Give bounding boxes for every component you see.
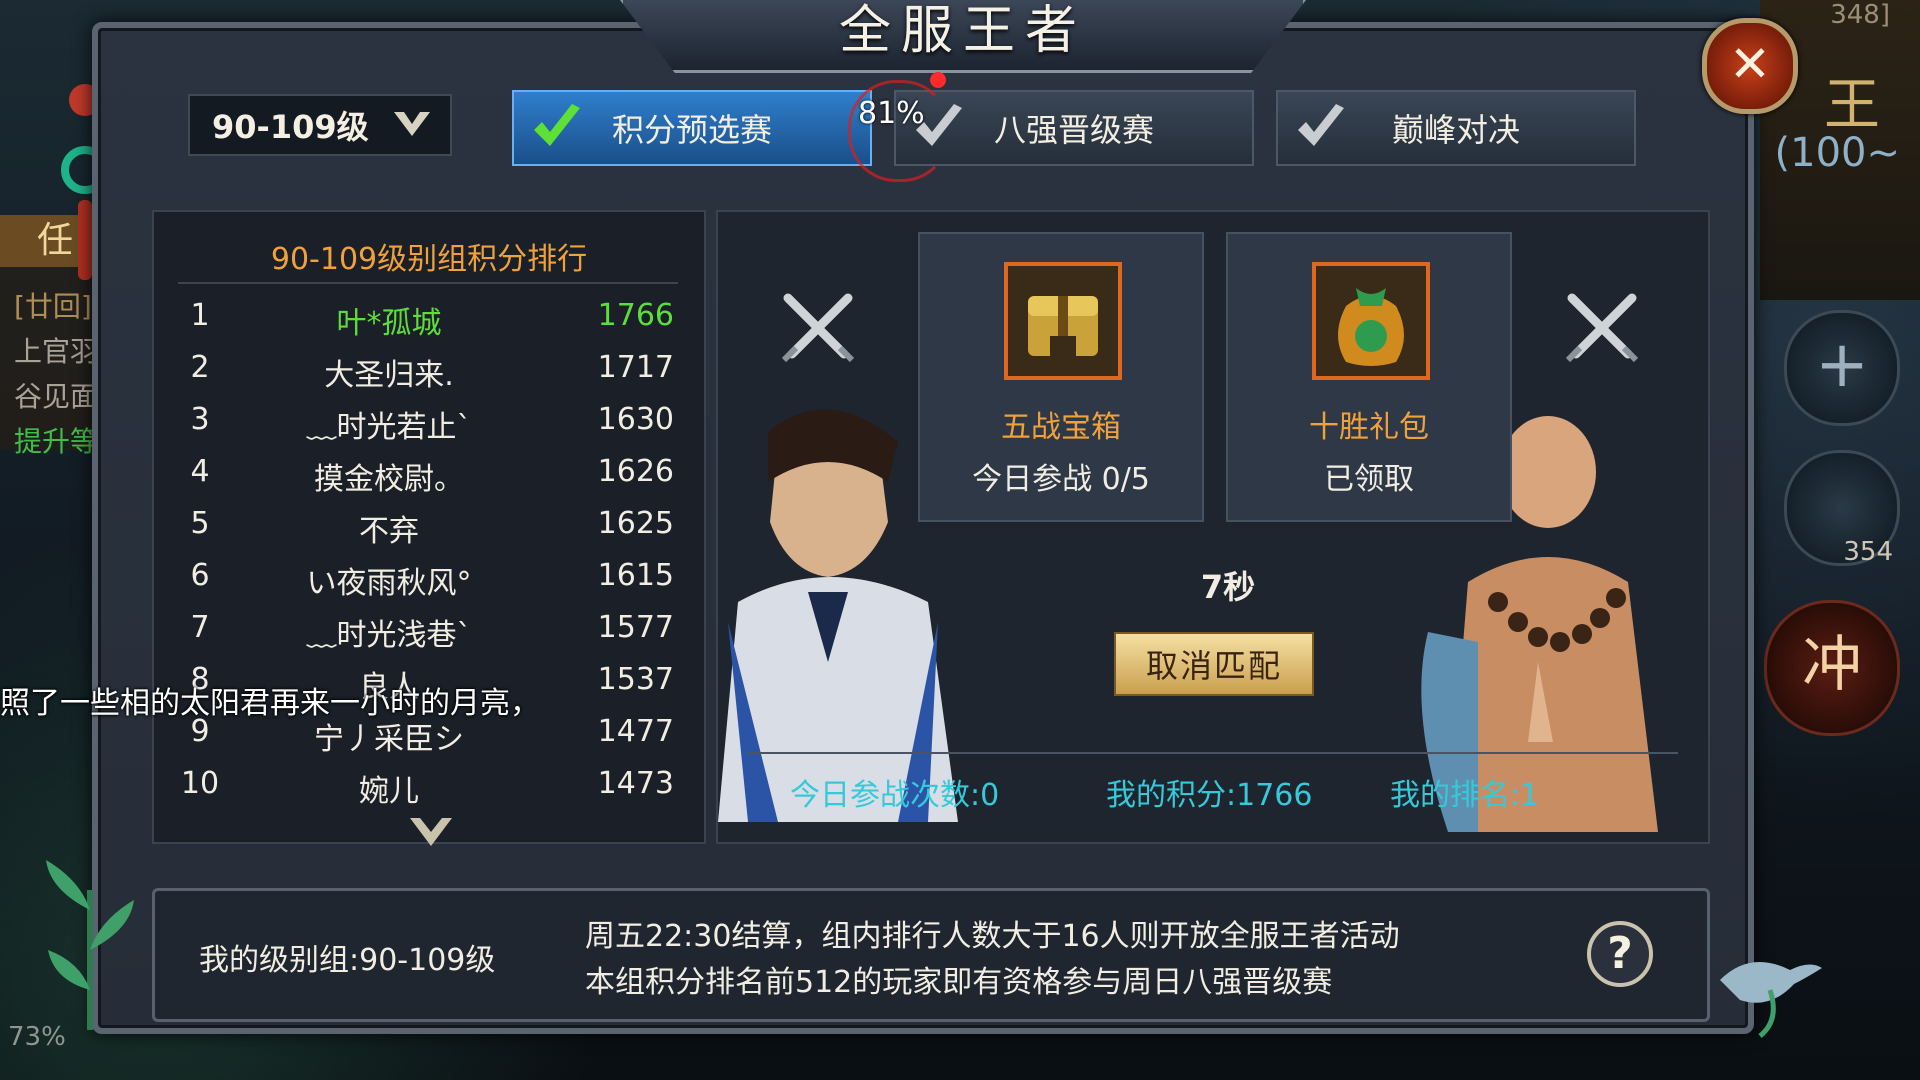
- rank-number: 7: [190, 610, 210, 645]
- potion-button[interactable]: 354: [1784, 450, 1900, 567]
- player-name: 大圣归来.: [324, 358, 454, 393]
- player-score: 1625: [597, 506, 674, 541]
- background-number: 348]: [1830, 0, 1890, 30]
- bird-ornament-icon: [1720, 962, 1822, 1038]
- dialog-title: 全服王者: [838, 1, 1087, 61]
- rank-number: 5: [190, 506, 210, 541]
- tab-label: 巅峰对决: [1391, 111, 1520, 149]
- ranking-row[interactable]: 2 大圣归来. 1717: [154, 350, 704, 402]
- ranking-row[interactable]: 4 摸金校尉。 1626: [154, 454, 704, 506]
- close-button[interactable]: ✕: [1702, 18, 1798, 114]
- quest-line: [廿回]: [14, 290, 92, 323]
- rank-number: 2: [190, 350, 210, 385]
- check-icon: [1298, 104, 1344, 146]
- player-name: 摸金校尉。: [314, 462, 464, 497]
- player-name: 婉儿: [359, 774, 419, 809]
- tab-label: 八强晋级赛: [993, 111, 1154, 149]
- ranking-row[interactable]: 5 不弃 1625: [154, 506, 704, 558]
- ranking-row[interactable]: 7 ﹏时光浅巷ˋ 1577: [154, 610, 704, 662]
- player-score: 1577: [597, 610, 674, 645]
- divider: [748, 752, 1678, 754]
- background-big-char: 王: [1824, 73, 1880, 138]
- plus-button[interactable]: +: [1784, 310, 1900, 426]
- rules-info-bar: 我的级别组:90-109级 周五22:30结算，组内排行人数大于16人则开放全服…: [152, 888, 1710, 1022]
- player-score: 1630: [597, 402, 674, 437]
- ranking-row[interactable]: 1 叶*孤城 1766: [154, 298, 704, 350]
- reward-status: 今日参战 0/5: [972, 462, 1150, 497]
- notification-dot: [930, 72, 946, 88]
- player-score: 1766: [597, 298, 674, 333]
- rank-number: 3: [190, 402, 210, 437]
- ranking-title: 90-109级别组积分排行: [270, 242, 588, 277]
- player-score: 1473: [597, 766, 674, 801]
- help-button[interactable]: ?: [1587, 921, 1653, 987]
- reward-card-ten-wins[interactable]: 十胜礼包 已领取: [1226, 232, 1512, 522]
- my-rank-stat: 我的排名:1: [1390, 778, 1540, 813]
- reward-name: 五战宝箱: [1001, 410, 1121, 445]
- player-score: 1615: [597, 558, 674, 593]
- bamboo-ornament-icon: [46, 860, 134, 1030]
- reward-status: 已领取: [1324, 462, 1414, 497]
- chat-bubble-text: 照了一些相的太阳君再来一小时的月亮，: [0, 686, 540, 721]
- rank-number: 10: [180, 766, 220, 801]
- rush-skill-button[interactable]: 冲: [1764, 600, 1900, 736]
- chevron-down-icon: [394, 112, 430, 136]
- match-timer: 7秒: [1200, 568, 1256, 606]
- player-score: 1717: [597, 350, 674, 385]
- divider: [178, 282, 678, 284]
- player-score: 1537: [597, 662, 674, 697]
- potion-count: 354: [1843, 537, 1893, 567]
- level-group-value: 90-109级: [212, 108, 369, 146]
- today-battles-stat: 今日参战次数:0: [790, 778, 1000, 813]
- level-group-dropdown[interactable]: 90-109级: [188, 94, 452, 156]
- rule-line: 本组积分排名前512的玩家即有资格参与周日八强晋级赛: [585, 965, 1333, 1000]
- check-icon: [534, 104, 580, 146]
- rank-number: 1: [190, 298, 210, 333]
- player-name: ﹏时光浅巷ˋ: [306, 618, 472, 653]
- quest-line: 提升等: [14, 425, 99, 458]
- player-name: 叶*孤城: [336, 306, 442, 341]
- player-score: 1477: [597, 714, 674, 749]
- player-name: 不弃: [359, 514, 419, 549]
- cancel-match-button[interactable]: 取消匹配: [1114, 632, 1314, 696]
- ranking-row[interactable]: 6 い夜雨秋风° 1615: [154, 558, 704, 610]
- player-name: い夜雨秋风°: [306, 566, 472, 601]
- tab-peak-duel[interactable]: 巅峰对决: [1276, 90, 1636, 166]
- rule-line: 周五22:30结算，组内排行人数大于16人则开放全服王者活动: [585, 919, 1400, 954]
- tab-label: 积分预选赛: [611, 111, 772, 149]
- crossed-swords-icon: [1565, 293, 1639, 363]
- dialog-title-plate: 全服王者: [620, 0, 1306, 73]
- player-name: ﹏时光若止ˋ: [306, 410, 472, 445]
- ranking-panel: 90-109级别组积分排行 1 叶*孤城 1766 2 大圣归来. 1717 3…: [152, 210, 706, 846]
- quest-line: 谷见面: [14, 380, 99, 413]
- tab-points-qualifier[interactable]: 积分预选赛: [512, 90, 872, 166]
- my-level-group: 我的级别组:90-109级: [199, 943, 496, 978]
- reward-name: 十胜礼包: [1309, 410, 1429, 445]
- rank-number: 6: [190, 558, 210, 593]
- my-score-stat: 我的积分:1766: [1106, 778, 1313, 813]
- player-score: 1626: [597, 454, 674, 489]
- battle-panel: 五战宝箱 今日参战 0/5 十胜礼包 已领取 7秒 取消匹配 今日参战次数:0 …: [716, 210, 1710, 844]
- scroll-down-chevron-icon[interactable]: [406, 812, 456, 852]
- ranking-row[interactable]: 3 ﹏时光若止ˋ 1630: [154, 402, 704, 454]
- loading-percent: 81%: [858, 96, 925, 131]
- gift-bag-icon: [1312, 262, 1430, 380]
- reward-card-five-battles[interactable]: 五战宝箱 今日参战 0/5: [918, 232, 1204, 522]
- quest-line: 上官羽: [14, 335, 99, 368]
- crossed-swords-icon: [781, 293, 855, 363]
- rank-number: 4: [190, 454, 210, 489]
- background-level-hint: (100~: [1774, 130, 1900, 176]
- ranking-row[interactable]: 10 婉儿 1473: [154, 766, 704, 818]
- treasure-chest-icon: [1004, 262, 1122, 380]
